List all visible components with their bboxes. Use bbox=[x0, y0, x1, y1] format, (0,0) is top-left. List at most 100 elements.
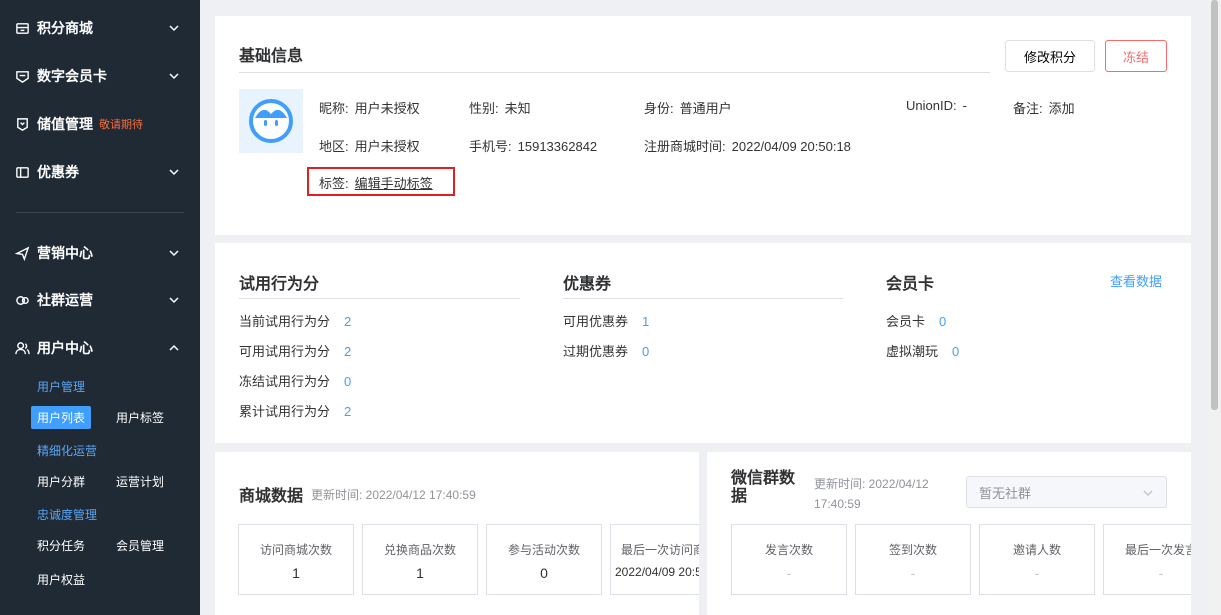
identity-label: 身份: bbox=[644, 101, 674, 116]
community-select[interactable]: 暂无社群 bbox=[966, 476, 1167, 508]
stat-last-visit: 最后一次访问商城 2022/04/09 20:50 bbox=[610, 524, 699, 595]
sidebar-item-coupons[interactable]: 优惠券 bbox=[0, 152, 200, 192]
avatar bbox=[239, 89, 303, 153]
unionid-value: - bbox=[962, 98, 967, 113]
remark-field: 备注: 添加 bbox=[1013, 98, 1075, 117]
stat-label: 最后一次访问商城 bbox=[621, 543, 699, 557]
nickname-label: 昵称: bbox=[319, 101, 349, 116]
behavior-row-label: 可用试用行为分 bbox=[239, 344, 331, 359]
stat-label: 参与活动次数 bbox=[507, 543, 580, 557]
register-time-label: 注册商城时间: bbox=[644, 139, 726, 154]
identity-field: 身份: 普通用户 bbox=[644, 98, 732, 117]
sidebar-item-stored-value[interactable]: 储值管理 敬请期待 bbox=[0, 104, 200, 144]
tag-highlight-box bbox=[307, 167, 455, 196]
view-data-link[interactable]: 查看数据 bbox=[1110, 271, 1162, 290]
coupon-row-label: 过期优惠券 bbox=[563, 344, 629, 359]
sidebar-item-digital-card[interactable]: 数字会员卡 bbox=[0, 56, 200, 96]
stat-speak-count: 发言次数 - bbox=[731, 524, 847, 595]
stat-value: - bbox=[786, 565, 792, 581]
stat-label: 访问商城次数 bbox=[259, 543, 332, 557]
phone-value: 15913362842 bbox=[517, 139, 598, 154]
stat-exchange-count: 兑换商品次数 1 bbox=[362, 524, 478, 595]
sidebar-sub-member-mgmt[interactable]: 会员管理 bbox=[110, 534, 170, 557]
card-icon bbox=[14, 68, 30, 84]
behavior-row-value[interactable]: 0 bbox=[344, 374, 351, 389]
behavior-row-label: 累计试用行为分 bbox=[239, 404, 331, 419]
region-value: 用户未授权 bbox=[354, 139, 420, 154]
sidebar: 积分商城 数字会员卡 储值管理 敬请期待 优惠券 营销中心 社群运营 用户中心 … bbox=[0, 0, 200, 615]
coupon-row: 过期优惠券 0 bbox=[563, 341, 649, 360]
chevron-down-icon bbox=[169, 73, 179, 80]
member-card-title: 会员卡 bbox=[886, 276, 935, 293]
stat-value: 2022/04/09 20:50 bbox=[615, 565, 699, 579]
sidebar-item-label: 用户中心 bbox=[37, 340, 93, 356]
stat-label: 最后一次发言 bbox=[1124, 543, 1191, 557]
region-field: 地区: 用户未授权 bbox=[319, 136, 420, 155]
chevron-down-icon bbox=[1143, 490, 1153, 497]
phone-label: 手机号: bbox=[469, 139, 512, 154]
behavior-score-title: 试用行为分 bbox=[239, 276, 320, 293]
gender-label: 性别: bbox=[469, 101, 499, 116]
identity-value: 普通用户 bbox=[679, 101, 732, 116]
sidebar-sub-points-task[interactable]: 积分任务 bbox=[31, 534, 91, 557]
mall-data-card: 商城数据 更新时间: 2022/04/12 17:40:59 访问商城次数 1 兑… bbox=[215, 452, 699, 615]
coupon-row-value[interactable]: 1 bbox=[642, 314, 649, 329]
sidebar-item-marketing[interactable]: 营销中心 bbox=[0, 233, 200, 273]
sidebar-item-community[interactable]: 社群运营 bbox=[0, 280, 200, 320]
sidebar-divider bbox=[16, 212, 184, 213]
add-remark-link[interactable]: 添加 bbox=[1049, 101, 1075, 116]
sidebar-sub-user-rights[interactable]: 用户权益 bbox=[31, 568, 91, 591]
behavior-row: 冻结试用行为分 0 bbox=[239, 371, 351, 390]
user-face-icon bbox=[249, 99, 293, 143]
remark-label: 备注: bbox=[1013, 101, 1043, 116]
member-card-row-label: 会员卡 bbox=[886, 314, 926, 329]
edit-points-button[interactable]: 修改积分 bbox=[1005, 40, 1095, 72]
gender-value: 未知 bbox=[504, 101, 531, 116]
freeze-button[interactable]: 冻结 bbox=[1105, 40, 1167, 72]
stat-label: 签到次数 bbox=[888, 543, 937, 557]
basic-info-title: 基础信息 bbox=[239, 48, 304, 65]
coupon-row-value[interactable]: 0 bbox=[642, 344, 649, 359]
title-line: 据 bbox=[731, 488, 748, 505]
region-label: 地区: bbox=[319, 139, 349, 154]
sidebar-sub-user-tags[interactable]: 用户标签 bbox=[110, 406, 170, 429]
behavior-row-label: 冻结试用行为分 bbox=[239, 374, 331, 389]
community-icon bbox=[14, 292, 30, 308]
chevron-down-icon bbox=[169, 169, 179, 176]
gender-field: 性别: 未知 bbox=[469, 98, 531, 117]
sidebar-sub-ops-plan[interactable]: 运营计划 bbox=[110, 470, 170, 493]
chevron-down-icon bbox=[169, 297, 179, 304]
title-line: 微信群数 bbox=[731, 470, 796, 487]
group-label-loyalty: 忠诚度管理 bbox=[37, 508, 98, 522]
sidebar-item-points-mall[interactable]: 积分商城 bbox=[0, 8, 200, 48]
wechat-data-title: 微信群数据 bbox=[731, 470, 795, 506]
behavior-row-label: 当前试用行为分 bbox=[239, 314, 331, 329]
member-card-row-label: 虚拟潮玩 bbox=[886, 344, 939, 359]
stat-value: - bbox=[1034, 565, 1040, 581]
sidebar-item-label: 社群运营 bbox=[37, 292, 93, 308]
phone-field: 手机号: 15913362842 bbox=[469, 136, 597, 155]
sidebar-item-label: 储值管理 bbox=[37, 116, 93, 132]
behavior-row-value[interactable]: 2 bbox=[344, 344, 351, 359]
behavior-row-value[interactable]: 2 bbox=[344, 404, 351, 419]
member-card-row-value[interactable]: 0 bbox=[939, 314, 946, 329]
sidebar-sub-user-list[interactable]: 用户列表 bbox=[31, 406, 92, 429]
chevron-up-icon bbox=[169, 344, 179, 351]
stat-activity-count: 参与活动次数 0 bbox=[486, 524, 602, 595]
sidebar-item-label: 营销中心 bbox=[37, 245, 93, 261]
nickname-value: 用户未授权 bbox=[354, 101, 420, 116]
coupon-row-label: 可用优惠券 bbox=[563, 314, 629, 329]
register-time-value: 2022/04/09 20:50:18 bbox=[731, 139, 851, 154]
stat-value: - bbox=[910, 565, 916, 581]
page-scrollbar-thumb[interactable] bbox=[1211, 0, 1218, 410]
unionid-field: UnionID: - bbox=[906, 98, 967, 113]
nickname-field: 昵称: 用户未授权 bbox=[319, 98, 420, 117]
coupon-row: 可用优惠券 1 bbox=[563, 311, 649, 330]
member-card-row-value[interactable]: 0 bbox=[952, 344, 959, 359]
send-icon bbox=[14, 245, 30, 261]
stat-visit-count: 访问商城次数 1 bbox=[238, 524, 354, 595]
sidebar-item-user-center[interactable]: 用户中心 bbox=[0, 328, 200, 368]
sidebar-sub-user-segment[interactable]: 用户分群 bbox=[31, 470, 91, 493]
behavior-row-value[interactable]: 2 bbox=[344, 314, 351, 329]
stat-value: - bbox=[1158, 565, 1164, 581]
